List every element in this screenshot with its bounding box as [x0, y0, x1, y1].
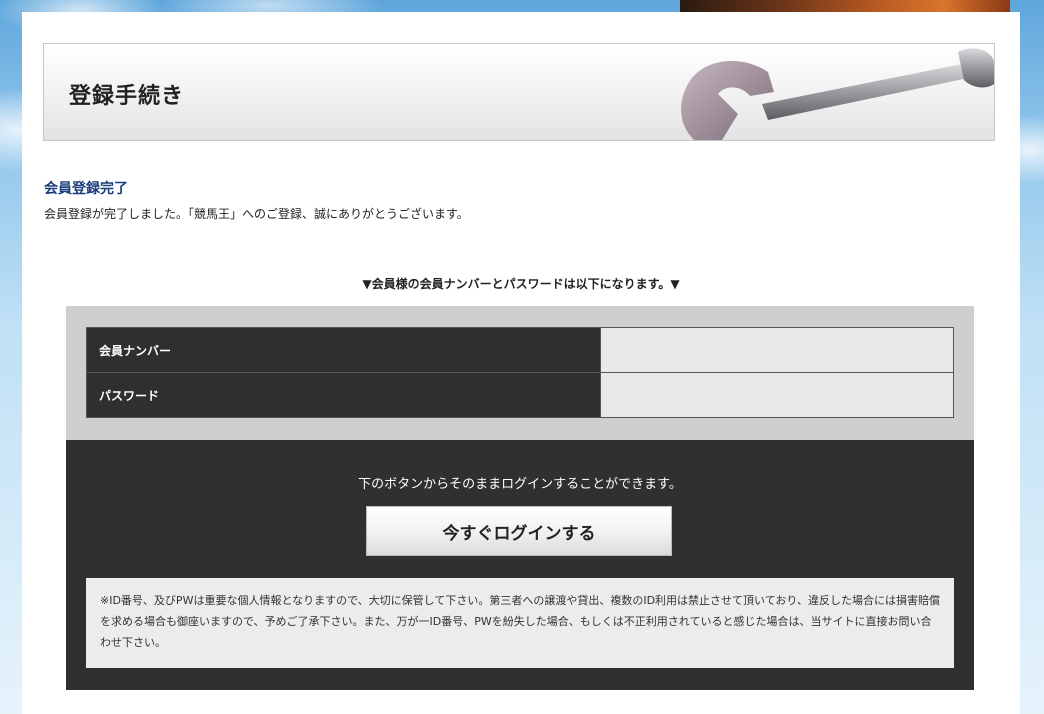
password-label: パスワード — [86, 372, 601, 418]
banner-image — [680, 0, 1010, 12]
login-section: 下のボタンからそのままログインすることができます。 今すぐログインする ※ID番… — [66, 440, 974, 690]
member-number-value — [600, 327, 954, 373]
completion-title: 会員登録完了 — [44, 181, 128, 197]
credentials-table: 会員ナンバー パスワード — [86, 327, 954, 418]
page-header: 登録手続き — [43, 43, 995, 141]
table-row: 会員ナンバー — [86, 327, 954, 373]
page-title: 登録手続き — [69, 84, 185, 109]
password-value — [600, 372, 954, 418]
login-button[interactable]: 今すぐログインする — [366, 506, 672, 556]
credentials-box: 会員ナンバー パスワード — [66, 306, 974, 440]
content-panel: 登録手続き 会員登録完了 会員登録が完了しました。「競馬王」へのご登録、誠にあり… — [22, 12, 1020, 714]
credentials-heading: ▼会員様の会員ナンバーとパスワードは以下になります。▼ — [362, 277, 680, 291]
completion-message: 会員登録が完了しました。「競馬王」へのご登録、誠にありがとうございます。 — [44, 207, 469, 221]
member-number-label: 会員ナンバー — [86, 327, 601, 373]
warning-note: ※ID番号、及びPWは重要な個人情報となりますので、大切に保管して下さい。第三者… — [86, 578, 954, 668]
table-row: パスワード — [86, 372, 954, 418]
login-instruction: 下のボタンからそのままログインすることができます。 — [358, 477, 682, 492]
wrench-icon — [681, 48, 994, 140]
